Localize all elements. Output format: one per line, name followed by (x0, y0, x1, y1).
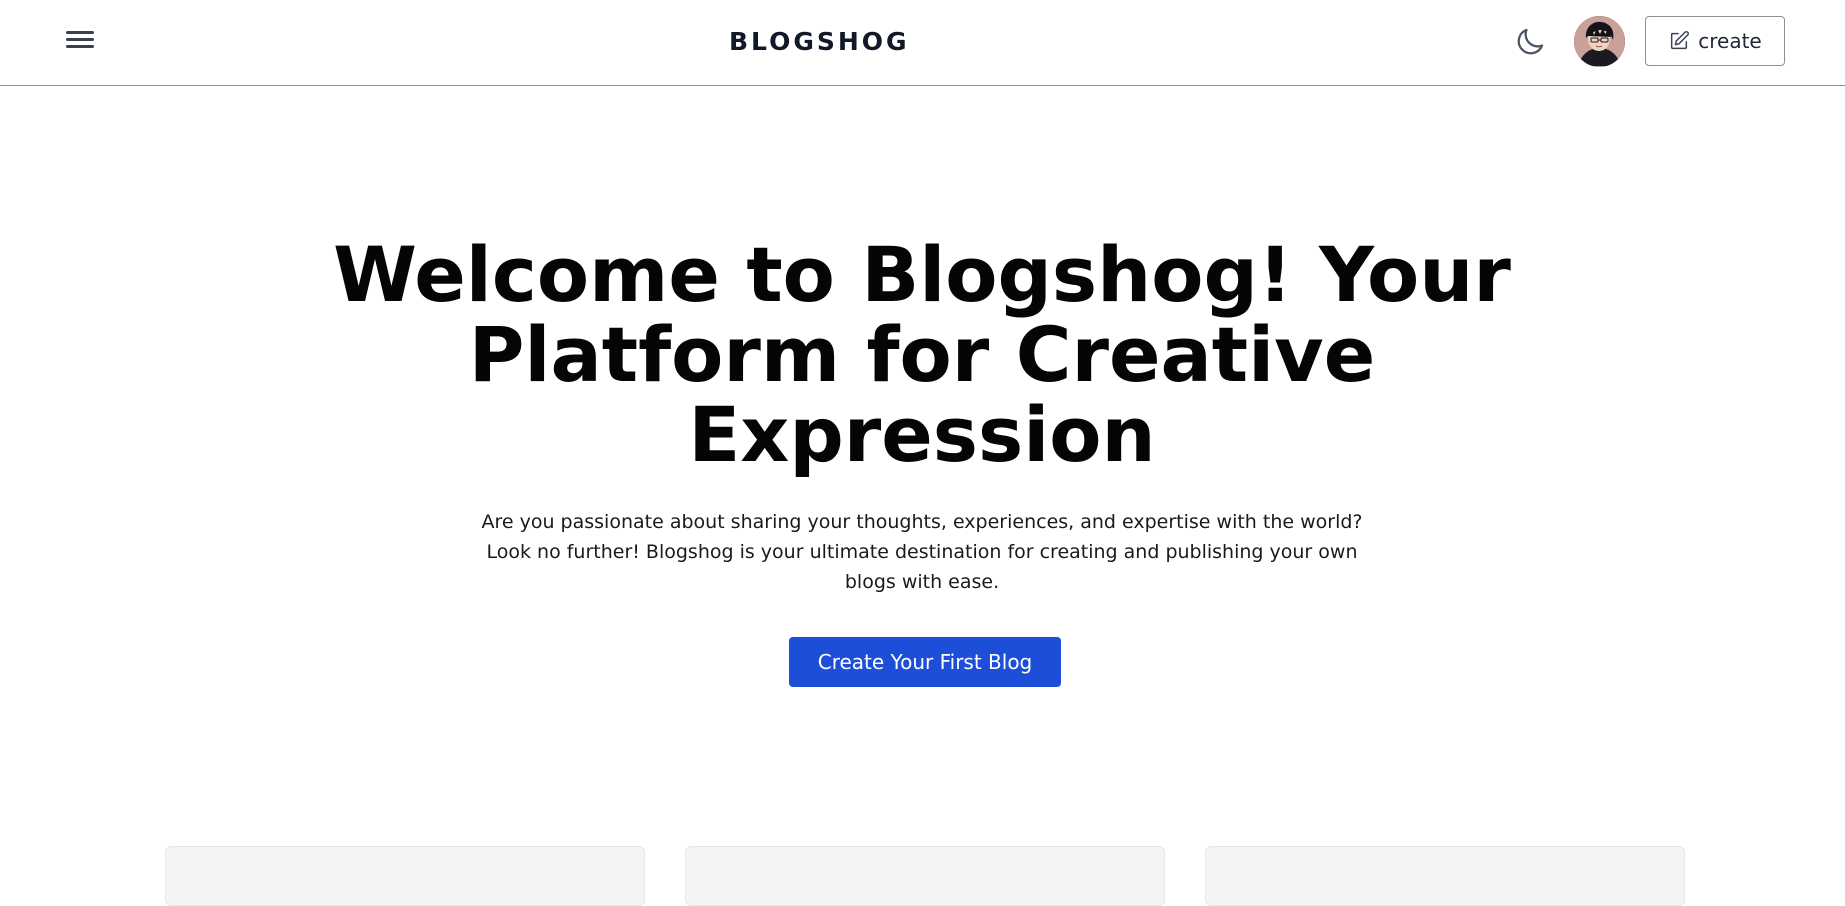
hero-title: Welcome to Blogshog! Your Platform for C… (333, 230, 1511, 479)
user-avatar[interactable] (1574, 16, 1625, 67)
edit-square-icon (1671, 31, 1690, 50)
create-button-label: create (1698, 29, 1762, 53)
blog-card[interactable] (685, 846, 1165, 906)
menu-bar-line (66, 45, 94, 48)
moon-icon[interactable] (1513, 25, 1547, 59)
menu-bar-line (66, 38, 94, 41)
blog-card[interactable] (1205, 846, 1685, 906)
top-navbar: BLOGSHOG create (0, 0, 1845, 86)
create-first-blog-button[interactable]: Create Your First Blog (789, 637, 1061, 687)
blog-card[interactable] (165, 846, 645, 906)
hamburger-menu-icon[interactable] (66, 27, 94, 53)
create-button[interactable]: create (1645, 16, 1785, 66)
menu-bar-line (66, 31, 94, 34)
hero-subtitle: Are you passionate about sharing your th… (481, 511, 1363, 593)
brand-logo-text[interactable]: BLOGSHOG (729, 27, 907, 57)
